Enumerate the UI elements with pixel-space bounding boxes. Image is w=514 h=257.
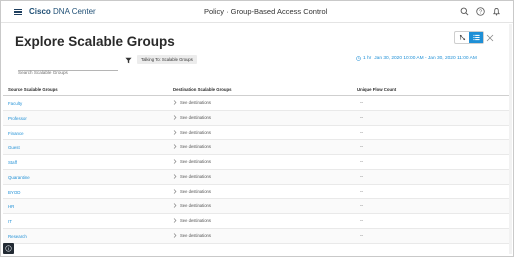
chevron-right-icon — [173, 144, 177, 149]
table-header: Source Scalable Groups Destination Scala… — [3, 84, 511, 96]
table-row: Research See destinations -- — [3, 228, 511, 244]
source-group-link[interactable]: Guest — [8, 145, 20, 150]
chevron-right-icon — [173, 129, 177, 135]
table-row: Staff See destinations -- — [3, 155, 511, 170]
table-row: BYOD See destinations -- — [3, 185, 511, 200]
source-group-link[interactable]: HR — [8, 204, 14, 209]
table-row: Finance See destinations -- — [3, 126, 511, 141]
flow-count: -- — [360, 173, 364, 179]
filter-tag[interactable]: Talking To: Scalable Groups — [137, 55, 197, 64]
page-title: Policy · Group-Based Access Control — [204, 7, 328, 16]
see-destinations-button[interactable]: See destinations — [173, 233, 211, 238]
chevron-right-icon — [173, 159, 177, 164]
search-icon[interactable] — [460, 7, 469, 16]
clock-icon — [356, 56, 361, 61]
see-destinations-button[interactable]: See destinations — [173, 159, 211, 164]
chevron-right-icon — [173, 233, 177, 238]
source-group-link[interactable]: Professor — [8, 116, 27, 121]
graph-view-icon — [459, 34, 465, 41]
time-range-selector[interactable]: 1 hr Jan 30, 2020 10:00 AM - Jan 30, 202… — [356, 56, 477, 61]
flow-count: -- — [360, 129, 364, 135]
see-destinations-button[interactable]: See destinations — [173, 174, 211, 179]
table-body: Faculty See destinations -- Professor See d… — [3, 96, 511, 244]
table-row: IT See destinations -- — [3, 214, 511, 229]
source-group-link[interactable]: Finance — [8, 131, 24, 136]
see-destinations-button[interactable]: See destinations — [173, 130, 211, 135]
see-destinations-button[interactable]: See destinations — [173, 144, 211, 149]
menu-icon[interactable] — [14, 9, 22, 15]
brand-name-rest: DNA Center — [50, 7, 96, 16]
table-row: Professor See destinations -- — [3, 110, 511, 126]
search-input[interactable] — [18, 68, 118, 77]
see-destinations-label: See destinations — [180, 159, 211, 164]
table-row: Guest See destinations -- — [3, 140, 511, 155]
chevron-right-icon — [173, 115, 177, 120]
table-view-button[interactable] — [469, 32, 483, 43]
flow-count: -- — [360, 144, 364, 150]
see-destinations-button[interactable]: See destinations — [173, 100, 211, 105]
chevron-right-icon — [173, 203, 177, 208]
chevron-right-icon — [173, 100, 177, 105]
see-destinations-label: See destinations — [180, 232, 211, 238]
vertical-scrollbar[interactable] — [509, 24, 512, 254]
view-toggle — [454, 31, 484, 44]
see-destinations-label: See destinations — [180, 114, 211, 120]
flow-count: -- — [360, 203, 364, 209]
flow-count: -- — [360, 159, 364, 164]
info-icon — [5, 245, 12, 252]
top-navigation-bar: Cisco DNA Center Policy · Group-Based Ac… — [1, 1, 513, 23]
filter-icon[interactable] — [125, 57, 132, 64]
chevron-right-icon — [173, 188, 177, 194]
brand-logo[interactable]: Cisco DNA Center — [29, 7, 96, 16]
see-destinations-label: See destinations — [180, 203, 211, 209]
see-destinations-label: See destinations — [180, 144, 211, 150]
source-group-link[interactable]: Research — [8, 234, 27, 239]
column-header-flow-count[interactable]: Unique Flow Count — [357, 87, 396, 92]
table-row: Faculty See destinations -- — [3, 96, 511, 111]
source-group-link[interactable]: Quarantine — [8, 175, 30, 180]
source-group-link[interactable]: Faculty — [8, 101, 22, 106]
chevron-right-icon — [173, 174, 177, 179]
chevron-right-icon — [173, 218, 177, 223]
see-destinations-label: See destinations — [180, 188, 211, 194]
see-destinations-label: See destinations — [180, 100, 211, 105]
source-group-link[interactable]: BYOD — [8, 190, 20, 195]
see-destinations-button[interactable]: See destinations — [173, 189, 211, 194]
close-icon[interactable] — [486, 34, 494, 42]
column-header-source[interactable]: Source Scalable Groups — [8, 87, 58, 92]
help-icon[interactable]: ? — [476, 7, 485, 16]
brand-name-bold: Cisco — [29, 7, 51, 16]
source-group-link[interactable]: IT — [8, 219, 12, 224]
flow-count: -- — [360, 218, 364, 223]
source-group-link[interactable]: Staff — [8, 160, 17, 165]
list-view-icon — [472, 34, 480, 41]
column-header-destination[interactable]: Destination Scalable Groups — [173, 87, 232, 92]
table-row: Quarantine See destinations -- — [3, 169, 511, 185]
app-window: Cisco DNA Center Policy · Group-Based Ac… — [0, 0, 514, 257]
time-range-value: Jan 30, 2020 10:00 AM - Jan 30, 2020 11:… — [374, 56, 477, 61]
svg-text:?: ? — [479, 9, 482, 15]
explore-title: Explore Scalable Groups — [15, 34, 175, 49]
flow-count: -- — [360, 188, 364, 194]
see-destinations-label: See destinations — [180, 173, 211, 179]
see-destinations-label: See destinations — [180, 129, 211, 135]
time-period: 1 hr — [363, 56, 372, 61]
graph-view-button[interactable] — [455, 32, 469, 43]
table-row: HR See destinations -- — [3, 199, 511, 214]
see-destinations-button[interactable]: See destinations — [173, 115, 211, 120]
flow-count: -- — [360, 100, 364, 105]
search-field-wrapper — [18, 61, 118, 77]
see-destinations-label: See destinations — [180, 218, 211, 223]
flow-count: -- — [360, 114, 364, 120]
see-destinations-button[interactable]: See destinations — [173, 218, 211, 223]
flow-count: -- — [360, 232, 364, 238]
feedback-button[interactable] — [3, 243, 14, 254]
scalable-groups-table: Source Scalable Groups Destination Scala… — [3, 84, 511, 244]
see-destinations-button[interactable]: See destinations — [173, 203, 211, 208]
notifications-icon[interactable] — [492, 7, 501, 16]
